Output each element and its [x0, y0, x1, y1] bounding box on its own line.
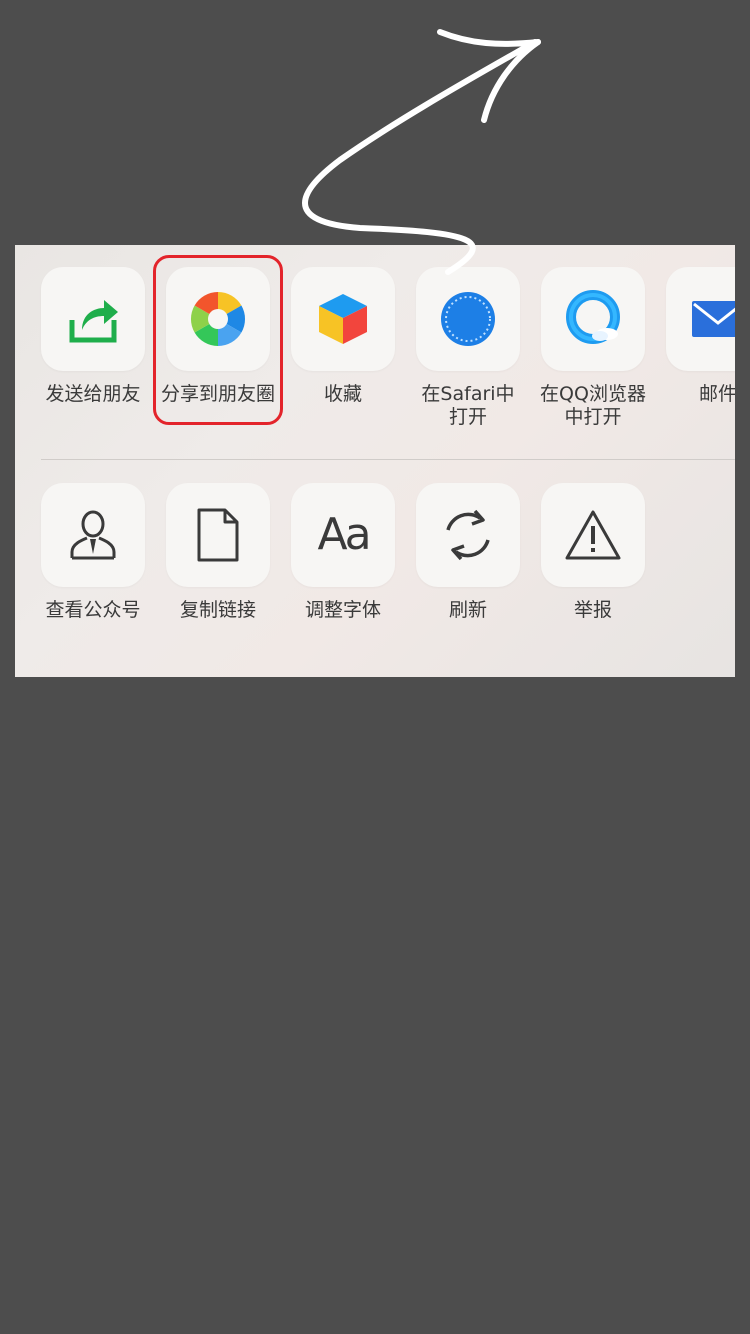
action-item-label: 调整字体 — [304, 599, 381, 621]
share-tile[interactable] — [416, 267, 520, 371]
refresh-icon — [446, 509, 490, 561]
share-sheet: 发送给朋友 分享到朋友圈 收藏 在Safari中 打开 在QQ浏览器 中打开 邮… — [15, 245, 735, 677]
warning-triangle-icon — [565, 510, 621, 560]
action-item-label: 复制链接 — [179, 599, 256, 621]
action-item-label: 刷新 — [448, 599, 487, 621]
forward-arrow-icon — [69, 300, 118, 343]
action-row: 查看公众号 复制链接 Aa 调整字体 刷新 举报 — [15, 461, 735, 651]
share-item-label: 在Safari中 打开 — [421, 383, 515, 428]
share-tile[interactable] — [291, 267, 395, 371]
action-item-label: 举报 — [573, 599, 612, 621]
action-tile[interactable] — [541, 483, 645, 587]
share-tile[interactable] — [666, 267, 735, 371]
cube-favorites-icon — [319, 294, 367, 344]
share-item-label: 邮件 — [698, 383, 735, 405]
safari-compass-icon — [441, 292, 495, 346]
action-tile[interactable] — [166, 483, 270, 587]
share-row: 发送给朋友 分享到朋友圈 收藏 在Safari中 打开 在QQ浏览器 中打开 邮… — [15, 245, 735, 435]
action-tile[interactable] — [41, 483, 145, 587]
share-item-label: 发送给朋友 — [45, 383, 141, 405]
official-account-person-icon — [70, 510, 116, 560]
row-divider — [41, 459, 735, 460]
qq-browser-icon — [566, 290, 620, 344]
share-item-label: 收藏 — [323, 383, 362, 405]
font-aa-icon: Aa — [317, 509, 371, 560]
share-item-label: 在QQ浏览器 中打开 — [540, 383, 646, 428]
action-item-label: 查看公众号 — [45, 599, 141, 621]
document-copy-icon — [197, 508, 239, 562]
mail-envelope-icon — [692, 301, 735, 337]
share-tile[interactable] — [41, 267, 145, 371]
action-tile[interactable] — [416, 483, 520, 587]
highlight-box — [153, 255, 283, 425]
share-tile[interactable] — [541, 267, 645, 371]
action-tile[interactable]: Aa — [291, 483, 395, 587]
